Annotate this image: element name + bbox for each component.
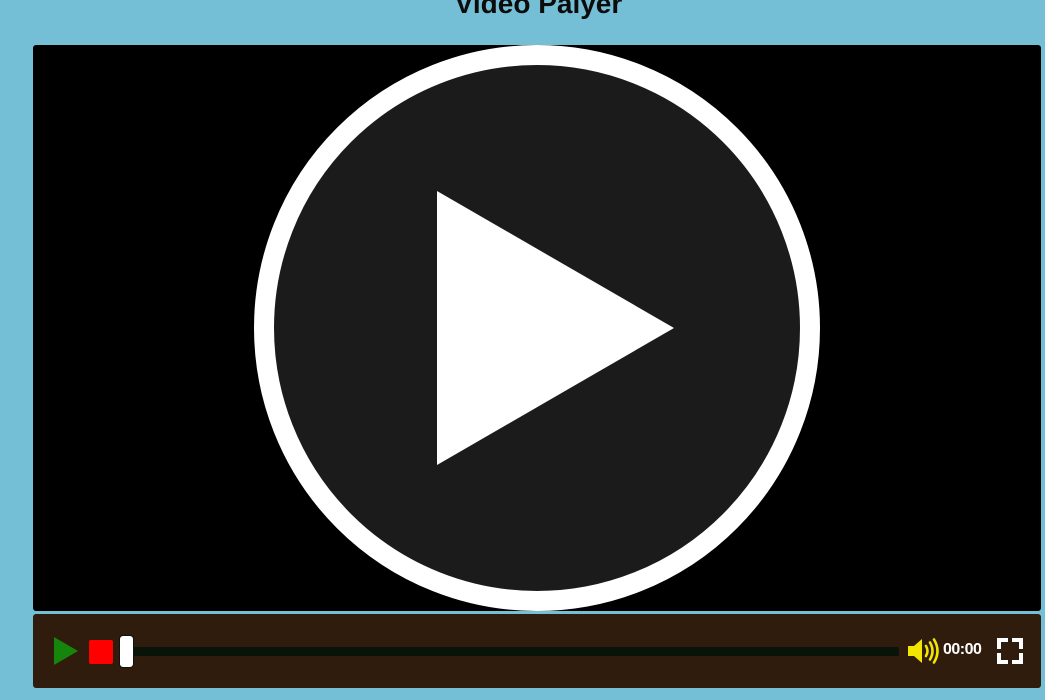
stop-icon[interactable] <box>89 640 113 664</box>
controls-bar: 00:00 <box>33 614 1041 688</box>
play-icon[interactable] <box>53 636 79 666</box>
volume-icon[interactable] <box>907 638 941 664</box>
play-circle-icon[interactable] <box>254 45 820 611</box>
video-player: 00:00 <box>33 45 1041 688</box>
progress-bar[interactable] <box>125 647 899 656</box>
video-screen[interactable] <box>33 45 1041 611</box>
time-display: 00:00 <box>943 641 982 658</box>
page-title: Video Palyer <box>454 0 623 19</box>
progress-handle[interactable] <box>119 635 134 668</box>
fullscreen-icon[interactable] <box>997 638 1023 664</box>
